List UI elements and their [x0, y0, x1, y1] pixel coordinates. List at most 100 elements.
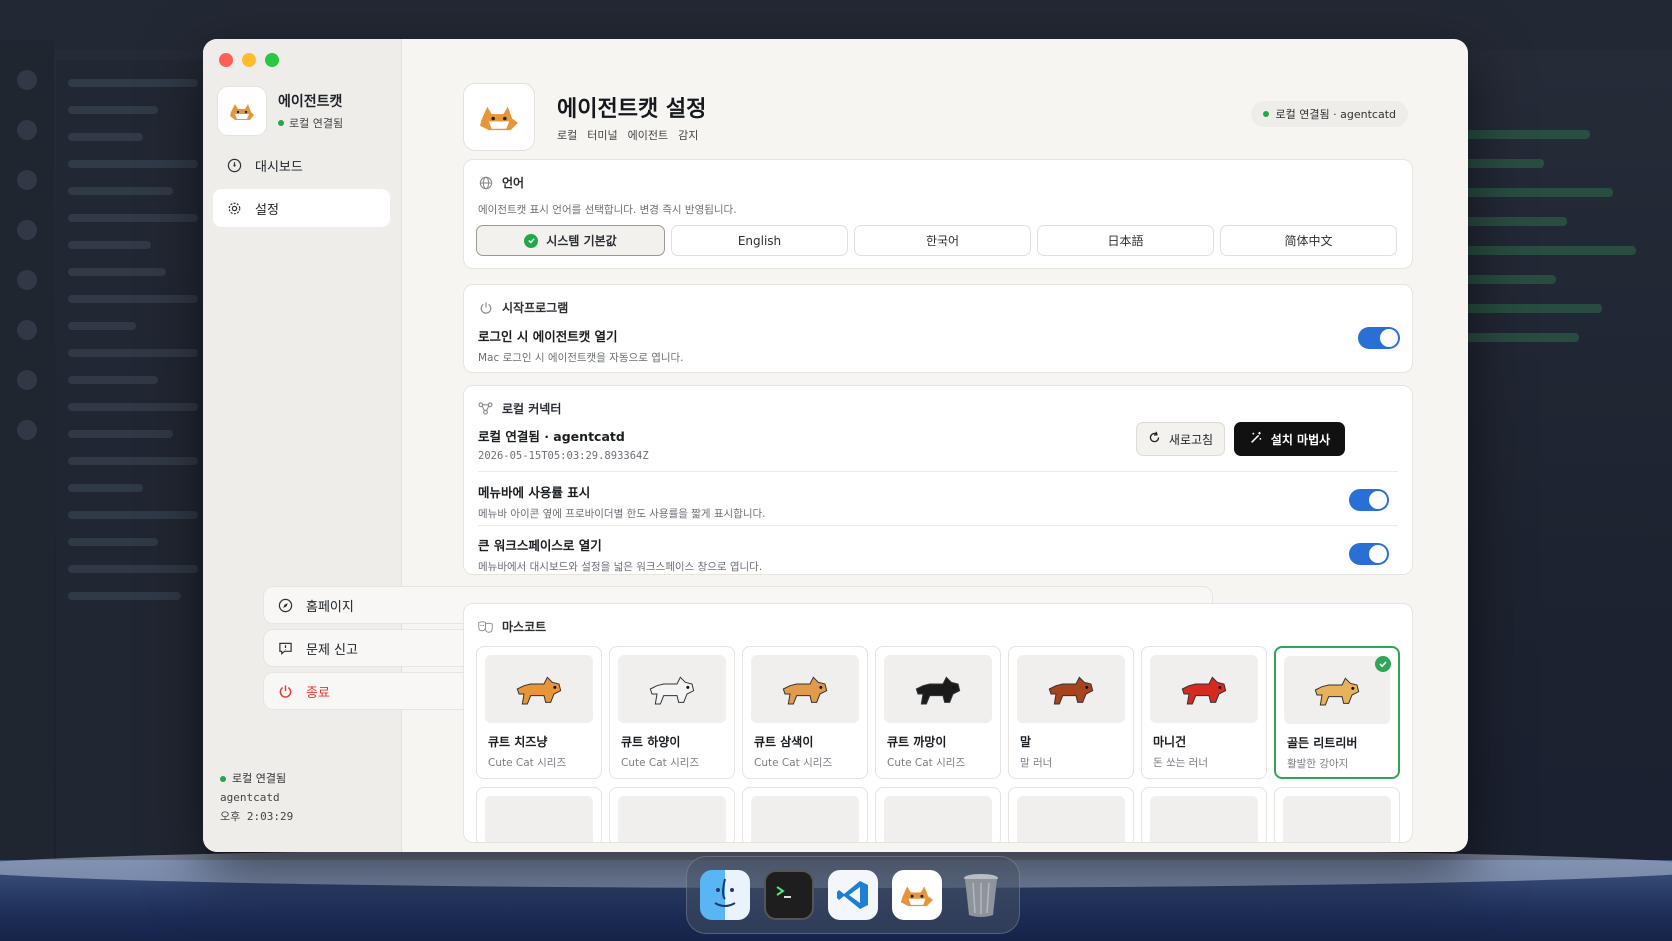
footer-connection-label: 로컬 연결됨	[232, 772, 287, 785]
connector-nodes-icon	[478, 401, 493, 416]
mascot-subtitle: 돈 쏘는 러너	[1153, 757, 1208, 769]
mascot-sprite	[485, 796, 593, 842]
selected-check-icon	[1375, 656, 1391, 672]
mascot-card-partial[interactable]	[476, 787, 602, 842]
workspace-toggle[interactable]	[1349, 543, 1389, 565]
sidebar-item-settings[interactable]: 설정	[213, 189, 390, 227]
connector-section-title: 로컬 커넥터	[502, 402, 562, 416]
mascot-sprite	[485, 655, 593, 723]
mascot-card-partial[interactable]	[1141, 787, 1267, 842]
language-option-english[interactable]: English	[671, 225, 848, 256]
startup-section-title: 시작프로그램	[502, 301, 569, 315]
startup-row: 로그인 시 에이전트캣 열기 Mac 로그인 시 에이전트캣을 자동으로 엽니다…	[478, 326, 684, 365]
background-file-tree	[56, 60, 206, 860]
menubar-usage-toggle[interactable]	[1349, 489, 1389, 511]
mascot-card[interactable]: 큐트 삼색이 Cute Cat 시리즈	[742, 646, 868, 779]
sidebar-connection-label: 로컬 연결됨	[289, 117, 344, 130]
mascot-sprite	[884, 796, 992, 842]
connector-timestamp: 2026-05-15T05:03:29.893364Z	[478, 450, 649, 462]
mascot-subtitle: Cute Cat 시리즈	[621, 757, 700, 769]
terminal-icon[interactable]	[764, 870, 814, 920]
mascot-subtitle: 말 러너	[1020, 757, 1053, 769]
footer-time: 오후 2:03:29	[220, 810, 294, 823]
sidebar-item-dashboard[interactable]: 대시보드	[213, 146, 390, 184]
startup-row-title: 로그인 시 에이전트캣 열기	[478, 329, 618, 344]
language-options: 시스템 기본값 English 한국어 日本語 简体中文	[476, 225, 1397, 256]
close-window-button[interactable]	[219, 53, 233, 67]
language-option-label: 简体中文	[1284, 234, 1333, 248]
install-wizard-label: 설치 마법사	[1270, 432, 1331, 447]
sidebar: 에이전트캣 로컬 연결됨 대시보드 설정 홈페이지 문제 신고 종료 로컬 연결…	[203, 39, 1213, 852]
sidebar-item-label: 문제 신고	[306, 642, 358, 658]
shiba-icon	[217, 86, 267, 136]
refresh-button[interactable]: 새로고침	[1136, 422, 1225, 456]
sidebar-item-label: 홈페이지	[306, 599, 354, 615]
header-tag: 감지	[678, 129, 699, 142]
workspace-row: 큰 워크스페이스로 열기 메뉴바에서 대시보드와 설정을 넓은 워크스페이스 창…	[478, 535, 762, 574]
gear-icon	[226, 200, 242, 216]
agentcat-icon[interactable]	[892, 870, 942, 920]
mascot-section: 마스코트 큐트 치즈냥 Cute Cat 시리즈 큐트 하양이 Cute Cat 시리…	[463, 603, 1413, 843]
connection-badge: 로컬 연결됨 · agentcatd	[1250, 101, 1408, 127]
mascot-card-partial[interactable]	[742, 787, 868, 842]
status-dot	[278, 120, 284, 126]
mascot-sprite	[1017, 796, 1125, 842]
zoom-window-button[interactable]	[265, 53, 279, 67]
mascot-name: 마니건	[1153, 735, 1187, 749]
header-tag: 로컬	[557, 129, 578, 142]
mascot-sprite	[1284, 656, 1390, 724]
mascot-grid: 큐트 치즈냥 Cute Cat 시리즈 큐트 하양이 Cute Cat 시리즈 큐트 삼…	[476, 646, 1400, 842]
language-option-korean[interactable]: 한국어	[854, 225, 1031, 256]
mascot-sprite	[618, 655, 726, 723]
shiba-icon	[463, 83, 535, 151]
divider	[478, 525, 1398, 526]
background-code	[1442, 110, 1672, 810]
startup-toggle[interactable]	[1358, 327, 1400, 349]
dock	[686, 856, 1020, 934]
mascot-card-partial[interactable]	[1008, 787, 1134, 842]
sidebar-connection-status: 로컬 연결됨	[278, 115, 343, 131]
gauge-icon	[226, 157, 242, 173]
check-icon	[524, 233, 539, 248]
language-option-label: 시스템 기본값	[546, 234, 617, 248]
language-option-japanese[interactable]: 日本語	[1037, 225, 1214, 256]
sidebar-item-label: 설정	[255, 202, 279, 218]
mascot-card-partial[interactable]	[609, 787, 735, 842]
trash-icon[interactable]	[956, 870, 1006, 920]
workspace-title: 큰 워크스페이스로 열기	[478, 538, 602, 553]
app-identity: 에이전트캣 로컬 연결됨	[217, 86, 343, 136]
mascot-sprite	[751, 655, 859, 723]
language-option-label: 日本語	[1107, 234, 1144, 248]
finder-icon[interactable]	[700, 870, 750, 920]
mascot-card[interactable]: 큐트 까망이 Cute Cat 시리즈	[875, 646, 1001, 779]
vscode-icon[interactable]	[828, 870, 878, 920]
mascot-card[interactable]: 말말 러너	[1008, 646, 1134, 779]
mascot-card-partial[interactable]	[1274, 787, 1400, 842]
connector-section: 로컬 커넥터 로컬 연결됨 · agentcatd 2026-05-15T05:…	[463, 385, 1413, 575]
mascot-subtitle: Cute Cat 시리즈	[754, 757, 833, 769]
language-option-system[interactable]: 시스템 기본값	[476, 225, 665, 256]
minimize-window-button[interactable]	[242, 53, 256, 67]
mascot-card[interactable]: 마니건돈 쏘는 러너	[1141, 646, 1267, 779]
mascot-name: 큐트 하양이	[621, 735, 681, 749]
menubar-usage-title: 메뉴바에 사용률 표시	[478, 485, 591, 500]
language-description: 에이전트캣 표시 언어를 선택합니다. 변경 즉시 반영됩니다.	[478, 204, 737, 216]
language-option-chinese[interactable]: 简体中文	[1220, 225, 1397, 256]
report-bubble-icon	[277, 640, 293, 656]
startup-section: 시작프로그램 로그인 시 에이전트캣 열기 Mac 로그인 시 에이전트캣을 자…	[463, 284, 1413, 373]
mascot-card[interactable]: 큐트 하양이 Cute Cat 시리즈	[609, 646, 735, 779]
window-controls	[219, 53, 279, 67]
language-option-label: 한국어	[925, 234, 960, 248]
settings-window: 에이전트캣 로컬 연결됨 대시보드 설정 홈페이지 문제 신고 종료 로컬 연결…	[203, 39, 1468, 852]
header-tag: 터미널	[587, 129, 618, 142]
mascot-card-partial[interactable]	[875, 787, 1001, 842]
compass-icon	[277, 597, 293, 613]
install-wizard-button[interactable]: 설치 마법사	[1234, 422, 1345, 456]
mascot-name: 큐트 삼색이	[754, 735, 814, 749]
mascot-card[interactable]: 큐트 치즈냥 Cute Cat 시리즈	[476, 646, 602, 779]
mascot-card[interactable]: 골든 리트리버 활발한 강아지	[1274, 646, 1400, 779]
sidebar-item-label: 종료	[306, 685, 330, 701]
page-title: 에이전트캣 설정	[557, 97, 707, 122]
mascot-sprite	[1283, 796, 1391, 842]
magic-wand-icon	[1249, 431, 1263, 448]
